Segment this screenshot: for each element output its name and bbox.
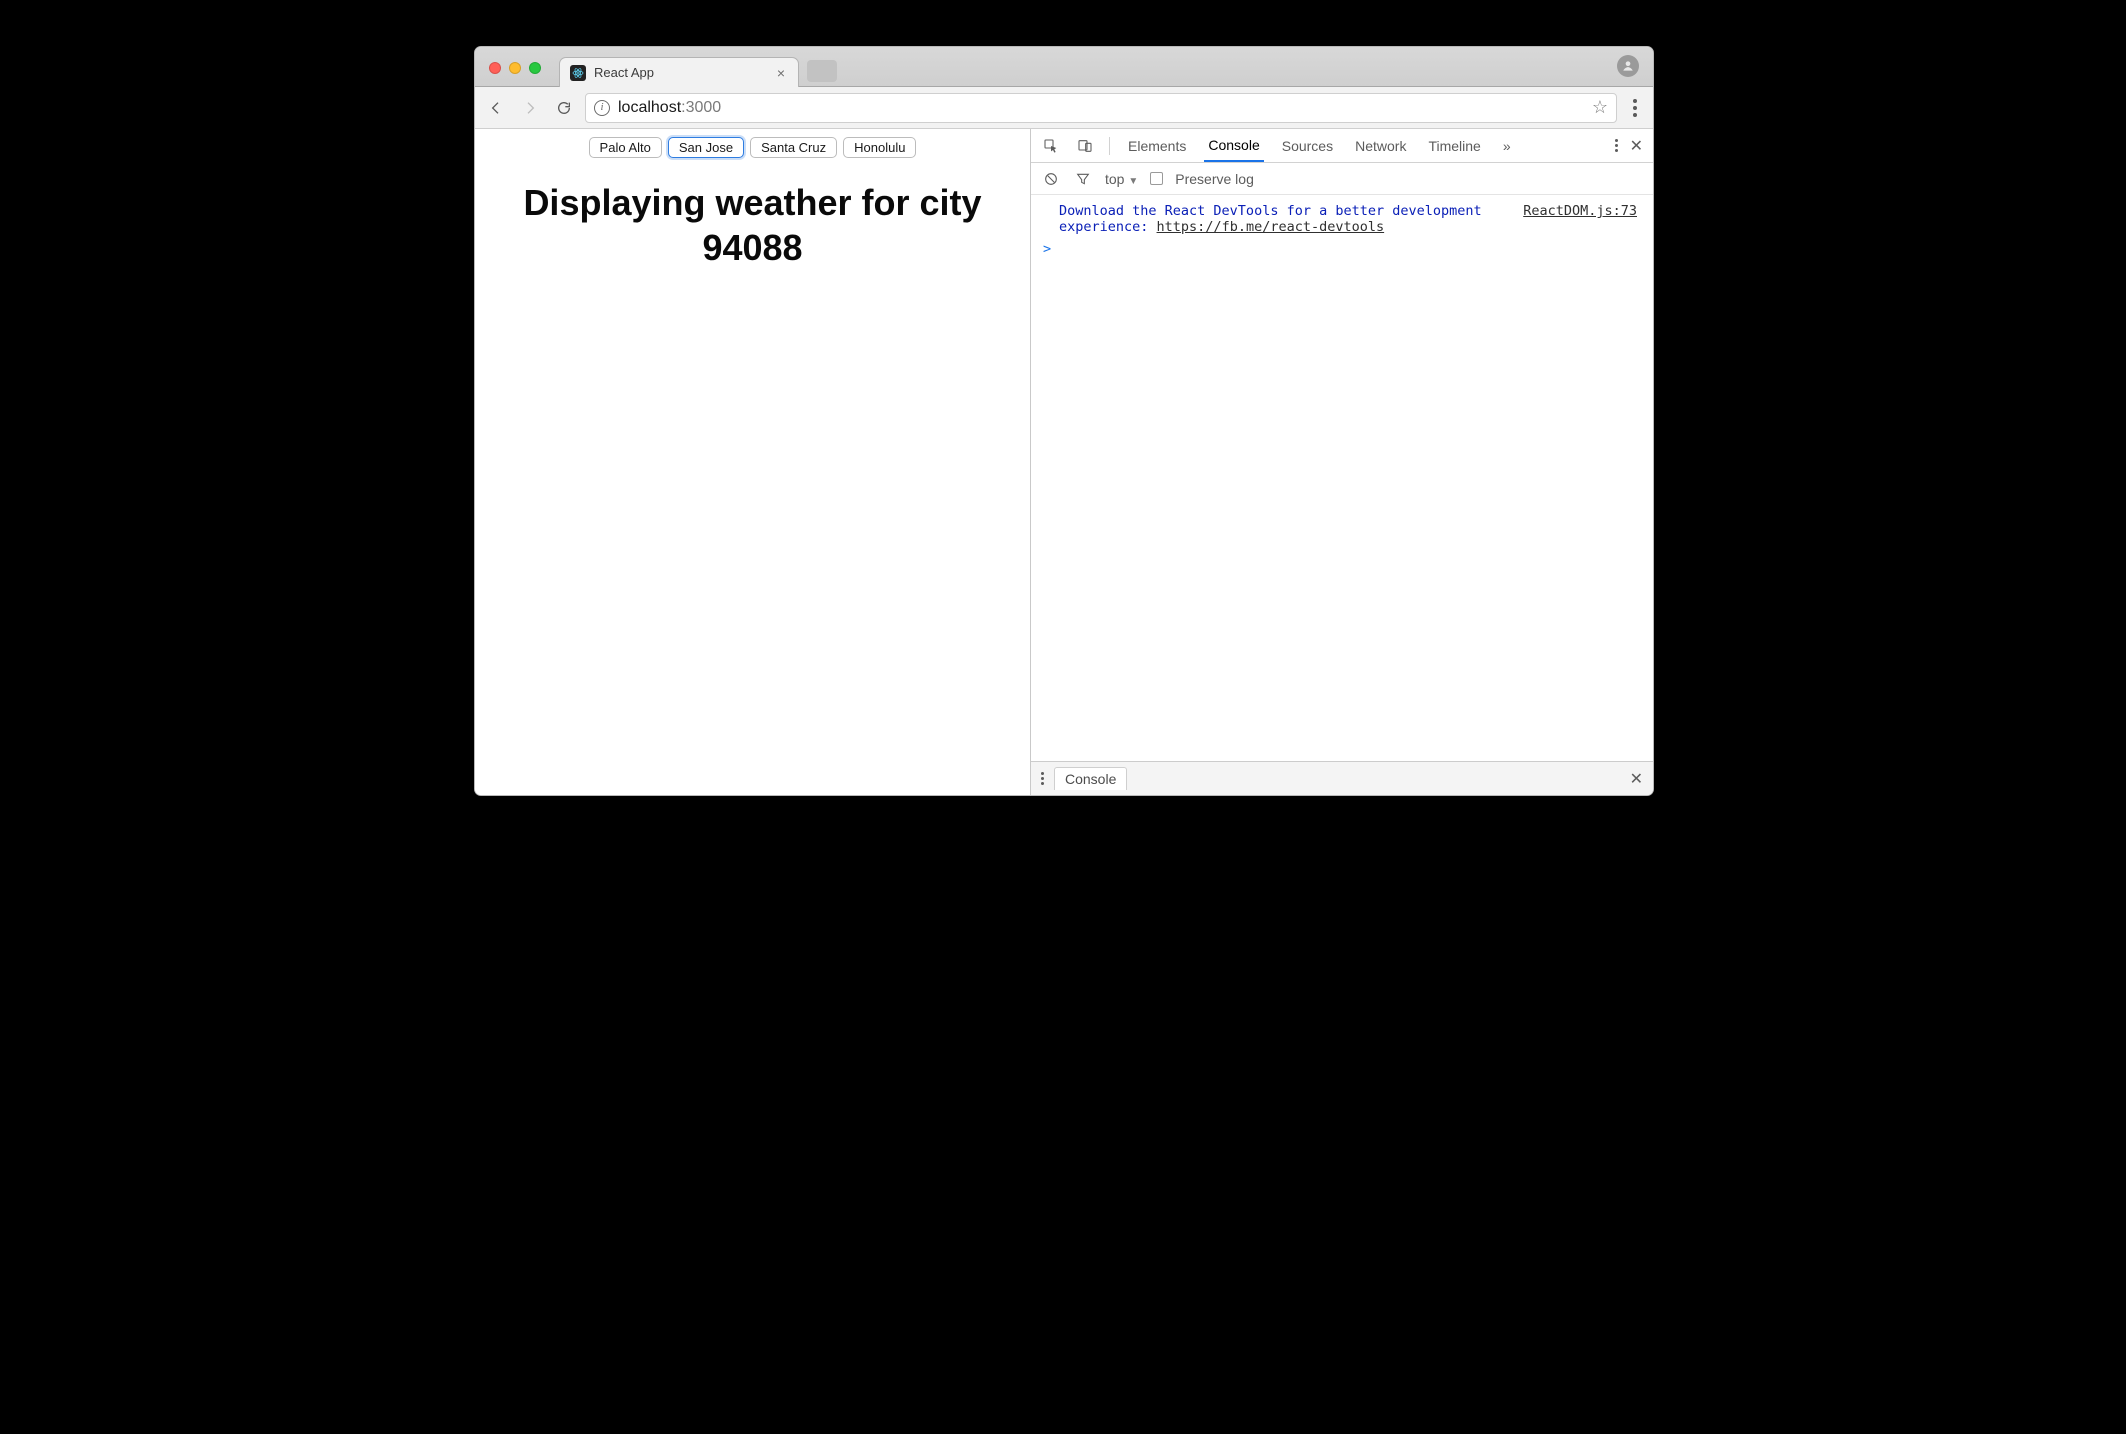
filter-icon[interactable]	[1073, 169, 1093, 189]
chevron-down-icon: ▼	[1128, 176, 1138, 187]
devtools-tab-overflow[interactable]: »	[1499, 129, 1515, 162]
drawer-close-icon[interactable]: ✕	[1630, 769, 1643, 789]
back-button[interactable]	[483, 95, 509, 121]
new-tab-button[interactable]	[807, 60, 837, 82]
console-prompt[interactable]: >	[1043, 241, 1641, 257]
console-context-label: top	[1105, 171, 1124, 187]
url-host: localhost	[618, 99, 681, 117]
address-bar[interactable]: i localhost:3000 ☆	[585, 93, 1617, 123]
city-button-palo-alto[interactable]: Palo Alto	[589, 137, 662, 158]
devtools-tab-elements[interactable]: Elements	[1124, 129, 1190, 162]
console-context-selector[interactable]: top ▼	[1105, 171, 1138, 187]
page-content: Palo Alto San Jose Santa Cruz Honolulu D…	[475, 129, 1031, 795]
bookmark-star-icon[interactable]: ☆	[1592, 97, 1608, 118]
browser-tab[interactable]: React App ×	[559, 57, 799, 87]
console-output[interactable]: ReactDOM.js:73 Download the React DevToo…	[1031, 195, 1653, 761]
url-port: :3000	[681, 99, 721, 117]
browser-window: React App × i localhost:3000	[474, 46, 1654, 796]
drawer-tab-console[interactable]: Console	[1054, 767, 1127, 790]
device-toolbar-icon[interactable]	[1075, 136, 1095, 156]
drawer-menu-icon[interactable]	[1041, 772, 1044, 785]
city-button-santa-cruz[interactable]: Santa Cruz	[750, 137, 837, 158]
window-zoom-button[interactable]	[529, 62, 541, 74]
browser-toolbar: i localhost:3000 ☆	[475, 87, 1653, 129]
window-minimize-button[interactable]	[509, 62, 521, 74]
devtools-menu-icon[interactable]	[1615, 139, 1618, 152]
devtools-drawer: Console ✕	[1031, 761, 1653, 795]
devtools-panel: Elements Console Sources Network Timelin…	[1031, 129, 1653, 795]
devtools-tab-console[interactable]: Console	[1204, 129, 1263, 162]
devtools-tab-timeline[interactable]: Timeline	[1424, 129, 1484, 162]
browser-menu-button[interactable]	[1625, 99, 1645, 117]
log-source-link[interactable]: ReactDOM.js:73	[1523, 203, 1637, 219]
devtools-tab-sources[interactable]: Sources	[1278, 129, 1337, 162]
inspect-element-icon[interactable]	[1041, 136, 1061, 156]
devtools-tab-network[interactable]: Network	[1351, 129, 1410, 162]
tab-strip: React App ×	[475, 47, 1653, 87]
reload-button[interactable]	[551, 95, 577, 121]
preserve-log-checkbox[interactable]	[1150, 172, 1163, 185]
city-button-san-jose[interactable]: San Jose	[668, 137, 744, 158]
site-info-icon[interactable]: i	[594, 100, 610, 116]
devtools-close-icon[interactable]: ✕	[1630, 136, 1643, 156]
weather-headline: Displaying weather for city 94088	[503, 180, 1002, 270]
profile-avatar-icon[interactable]	[1617, 55, 1639, 77]
devtools-tabbar: Elements Console Sources Network Timelin…	[1031, 129, 1653, 163]
clear-console-icon[interactable]	[1041, 169, 1061, 189]
city-button-row: Palo Alto San Jose Santa Cruz Honolulu	[475, 129, 1030, 158]
city-button-honolulu[interactable]: Honolulu	[843, 137, 916, 158]
tab-close-icon[interactable]: ×	[774, 66, 788, 80]
react-logo-icon	[570, 65, 586, 81]
forward-button[interactable]	[517, 95, 543, 121]
window-close-button[interactable]	[489, 62, 501, 74]
devtools-link[interactable]: https://fb.me/react-devtools	[1157, 219, 1385, 235]
console-toolbar: top ▼ Preserve log	[1031, 163, 1653, 195]
window-controls	[489, 62, 541, 74]
preserve-log-label: Preserve log	[1175, 171, 1254, 187]
tab-title: React App	[594, 65, 774, 80]
